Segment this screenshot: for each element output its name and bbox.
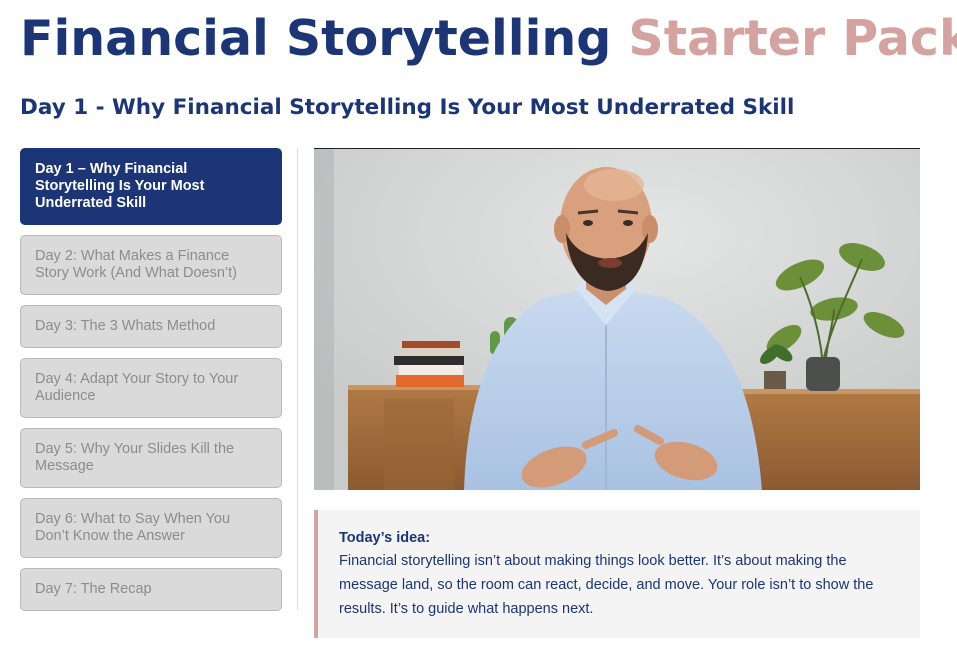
sidebar-item-day-6[interactable]: Day 6: What to Say When You Don’t Know t… <box>20 498 282 558</box>
sidebar-item-day-1[interactable]: Day 1 – Why Financial Storytelling Is Yo… <box>20 148 282 225</box>
column-divider <box>297 148 298 610</box>
sidebar-item-day-3[interactable]: Day 3: The 3 Whats Method <box>20 305 282 348</box>
video-player[interactable] <box>314 148 920 490</box>
video-thumbnail <box>314 149 920 490</box>
sidebar-item-label: Day 3: The 3 Whats Method <box>35 318 216 334</box>
sidebar-item-label: Day 2: What Makes a Finance Story Work (… <box>35 248 237 281</box>
todays-idea-label: Today’s idea: <box>339 530 431 546</box>
sidebar-item-day-7[interactable]: Day 7: The Recap <box>20 568 282 611</box>
day-heading: Day 1 - Why Financial Storytelling Is Yo… <box>20 95 795 120</box>
page-title-main: Financial Storytelling <box>20 10 612 67</box>
todays-idea-box: Today’s idea: Financial storytelling isn… <box>314 510 920 638</box>
page-title: Financial Storytelling Starter Pack <box>20 4 957 74</box>
sidebar-item-day-4[interactable]: Day 4: Adapt Your Story to Your Audience <box>20 358 282 418</box>
sidebar-item-label: Day 7: The Recap <box>35 581 152 597</box>
sidebar-item-day-2[interactable]: Day 2: What Makes a Finance Story Work (… <box>20 235 282 295</box>
sidebar-item-label: Day 1 – Why Financial Storytelling Is Yo… <box>35 161 205 211</box>
sidebar-item-label: Day 4: Adapt Your Story to Your Audience <box>35 371 239 404</box>
sidebar-item-label: Day 5: Why Your Slides Kill the Message <box>35 441 235 474</box>
todays-idea-text: Financial storytelling isn’t about makin… <box>339 553 874 617</box>
sidebar-item-label: Day 6: What to Say When You Don’t Know t… <box>35 511 231 544</box>
page-title-accent: Starter Pack <box>628 10 957 67</box>
sidebar-item-day-5[interactable]: Day 5: Why Your Slides Kill the Message <box>20 428 282 488</box>
